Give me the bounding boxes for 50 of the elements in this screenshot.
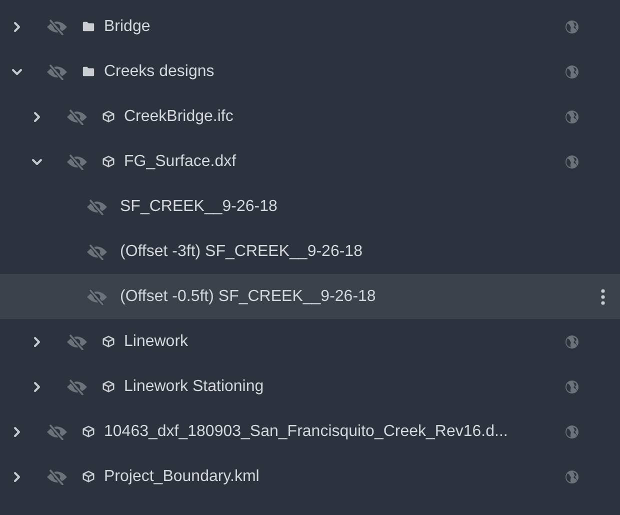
layer-name: Linework bbox=[124, 332, 188, 350]
folder-icon bbox=[82, 65, 95, 78]
tree-row[interactable]: FG_Surface.dxf bbox=[0, 139, 620, 184]
globe-icon[interactable] bbox=[565, 110, 579, 124]
layer-name: Creeks designs bbox=[104, 62, 214, 80]
layer-name: Project_Boundary.kml bbox=[104, 468, 260, 486]
tree-row[interactable]: SF_CREEK__9-26-18 bbox=[0, 184, 620, 229]
layer-name: Linework Stationing bbox=[124, 378, 264, 396]
tree-row[interactable]: Creeks designs bbox=[0, 49, 620, 94]
eye-off-icon[interactable] bbox=[66, 334, 88, 350]
eye-off-icon[interactable] bbox=[46, 468, 68, 484]
layer-name: (Offset -0.5ft) SF_CREEK__9-26-18 bbox=[120, 288, 376, 306]
tree-row[interactable]: Project_Boundary.kml bbox=[0, 454, 620, 499]
cube-icon bbox=[82, 425, 95, 438]
cube-icon bbox=[102, 380, 115, 393]
eye-off-icon[interactable] bbox=[46, 424, 68, 440]
cube-icon bbox=[82, 470, 95, 483]
tree-row[interactable]: 10463_dxf_180903_San_Francisquito_Creek_Rev16.d... bbox=[0, 409, 620, 454]
tree-row[interactable]: Bridge bbox=[0, 4, 620, 49]
tree-row[interactable]: Linework Stationing bbox=[0, 364, 620, 409]
globe-icon[interactable] bbox=[565, 380, 579, 394]
eye-off-icon[interactable] bbox=[66, 154, 88, 170]
folder-icon bbox=[82, 20, 95, 33]
eye-off-icon[interactable] bbox=[86, 244, 108, 260]
layer-name: SF_CREEK__9-26-18 bbox=[120, 198, 278, 216]
tree-row[interactable]: CreekBridge.ifc bbox=[0, 94, 620, 139]
tree-row[interactable]: (Offset -3ft) SF_CREEK__9-26-18 bbox=[0, 229, 620, 274]
globe-icon[interactable] bbox=[565, 424, 579, 438]
globe-icon[interactable] bbox=[565, 20, 579, 34]
globe-icon[interactable] bbox=[565, 334, 579, 348]
globe-icon[interactable] bbox=[565, 470, 579, 484]
layer-name: FG_Surface.dxf bbox=[124, 152, 236, 170]
cube-icon bbox=[102, 110, 115, 123]
globe-icon[interactable] bbox=[565, 154, 579, 168]
eye-off-icon[interactable] bbox=[46, 18, 68, 34]
layer-name: 10463_dxf_180903_San_Francisquito_Creek_Rev16.d... bbox=[104, 422, 508, 440]
eye-off-icon[interactable] bbox=[86, 198, 108, 214]
eye-off-icon[interactable] bbox=[86, 288, 108, 304]
tree-row[interactable]: (Offset -0.5ft) SF_CREEK__9-26-18 bbox=[0, 274, 620, 319]
more-icon[interactable] bbox=[600, 288, 606, 306]
layer-name: (Offset -3ft) SF_CREEK__9-26-18 bbox=[120, 242, 362, 260]
tree-row[interactable]: Linework bbox=[0, 319, 620, 364]
globe-icon[interactable] bbox=[565, 64, 579, 78]
cube-icon bbox=[102, 335, 115, 348]
cube-icon bbox=[102, 155, 115, 168]
layer-name: CreekBridge.ifc bbox=[124, 108, 234, 126]
eye-off-icon[interactable] bbox=[66, 108, 88, 124]
eye-off-icon[interactable] bbox=[66, 378, 88, 394]
eye-off-icon[interactable] bbox=[46, 64, 68, 80]
layer-name: Bridge bbox=[104, 18, 150, 36]
